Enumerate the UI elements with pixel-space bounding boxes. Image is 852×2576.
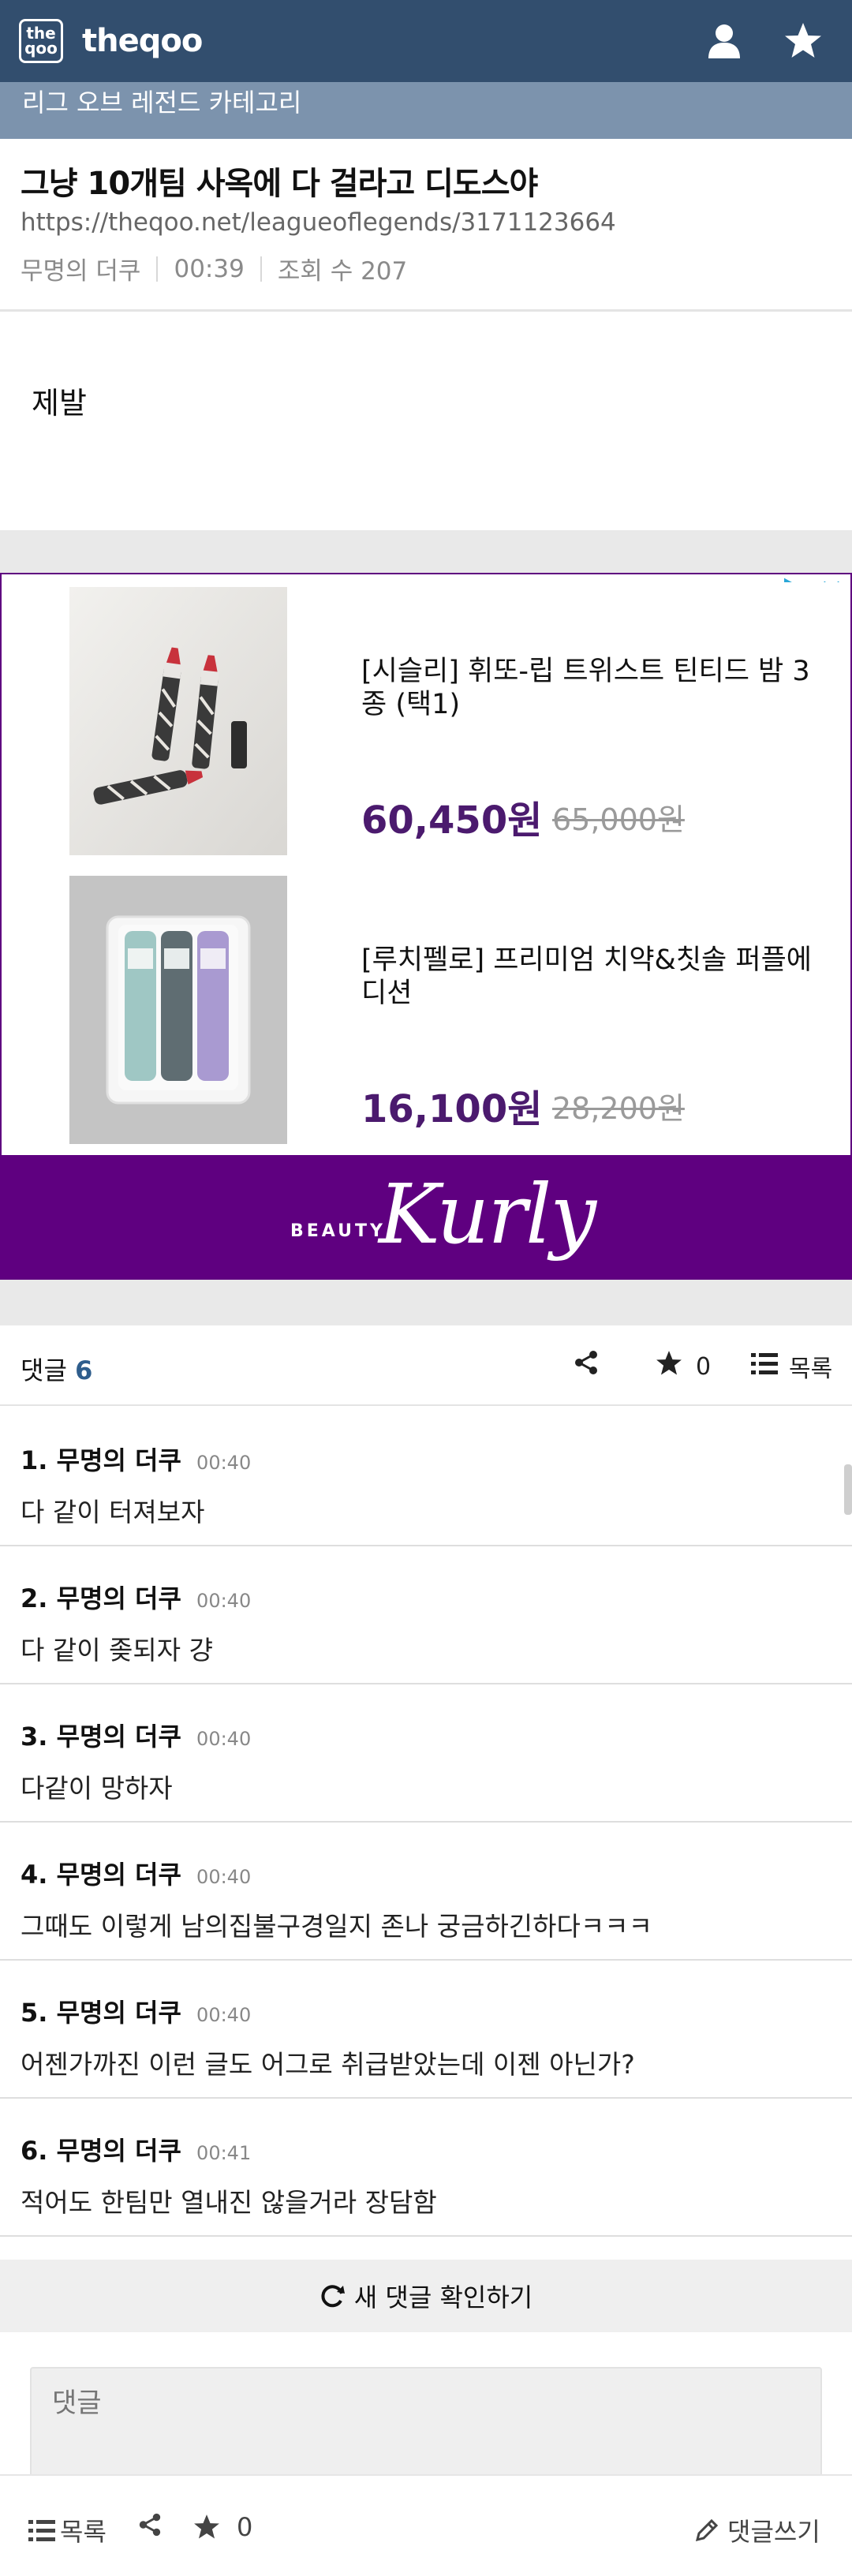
star-button[interactable]: 0 — [655, 1349, 711, 1384]
comment-time: 00:40 — [196, 1590, 252, 1612]
logo-text-bottom: qoo — [24, 39, 58, 58]
theqoo-logo[interactable]: the qoo — [19, 19, 63, 63]
comment-author: 무명의 더쿠 — [56, 1860, 181, 1890]
share-button[interactable] — [573, 1349, 600, 1382]
meta-separator — [156, 256, 159, 282]
top-navigation-bar: the qoo theqoo — [0, 0, 852, 82]
lip-balm-product-image[interactable] — [69, 587, 287, 855]
comment-number: 4. — [21, 1860, 48, 1890]
star-icon — [192, 2513, 221, 2541]
comment-text: 어젠가까진 이런 글도 어그로 취급받았는데 이젠 아닌가? — [21, 2049, 635, 2080]
comment-time: 00:41 — [196, 2142, 252, 2164]
refresh-icon — [320, 2283, 346, 2309]
scrollbar-thumb[interactable] — [844, 1464, 852, 1515]
comment-header: 4. 무명의 더쿠 00:40 — [21, 1855, 251, 1891]
comment-author: 무명의 더쿠 — [56, 2136, 181, 2166]
comment-text: 다 같이 좆되자 걍 — [21, 1635, 213, 1666]
comment-author: 무명의 더쿠 — [56, 1722, 181, 1752]
bottom-star-button[interactable]: 0 — [192, 2512, 252, 2542]
comment-header: 3. 무명의 더쿠 00:40 — [21, 1717, 251, 1753]
comment-text: 적어도 한팀만 열내진 않을거라 장담함 — [21, 2187, 437, 2218]
category-bar[interactable]: 리그 오브 레전드 카테고리 — [0, 82, 852, 139]
comment-number: 5. — [21, 1998, 48, 2028]
new-comment-check-button[interactable]: 새 댓글 확인하기 — [0, 2260, 852, 2332]
comment-author: 무명의 더쿠 — [56, 1445, 181, 1475]
comment-header: 6. 무명의 더쿠 00:41 — [21, 2131, 251, 2167]
write-comment-label: 댓글쓰기 — [727, 2517, 820, 2547]
divider — [0, 1404, 852, 1406]
toothpaste-product-image[interactable] — [69, 876, 287, 1144]
banner-small-text: BEAUTY — [290, 1221, 386, 1241]
comment-item[interactable]: 2. 무명의 더쿠 00:40 다 같이 좆되자 걍 — [0, 1547, 852, 1684]
ad-product-1[interactable]: [시슬리] 휘또-립 트위스트 틴티드 밤 3종 (택1) 60,450원 65… — [9, 582, 846, 860]
share-icon — [137, 2512, 163, 2537]
section-spacer — [0, 1280, 852, 1325]
post-author: 무명의 더쿠 — [21, 257, 141, 286]
comments-label: 댓글 — [21, 1355, 67, 1385]
ad-product-price: 16,100원 — [361, 1087, 543, 1131]
bottom-share-button[interactable] — [137, 2512, 163, 2537]
new-comment-check-label: 새 댓글 확인하기 — [353, 2283, 533, 2312]
comment-header: 1. 무명의 더쿠 00:40 — [21, 1441, 251, 1477]
ad-original-price: 28,200원 — [552, 1091, 685, 1126]
comment-text: 다 같이 터져보자 — [21, 1497, 205, 1527]
list-button[interactable]: 목록 — [751, 1349, 832, 1384]
comment-number: 1. — [21, 1445, 48, 1475]
comment-author: 무명의 더쿠 — [56, 1583, 181, 1613]
bottom-list-button[interactable]: 목록 — [28, 2512, 106, 2548]
meta-separator — [260, 256, 262, 282]
comment-input[interactable] — [30, 2367, 822, 2485]
write-comment-button[interactable]: 댓글쓰기 — [694, 2512, 820, 2548]
comment-time: 00:40 — [196, 1452, 252, 1474]
ad-product-price: 60,450원 — [361, 798, 543, 843]
pencil-icon — [694, 2518, 719, 2543]
ad-original-price: 65,000원 — [552, 802, 685, 837]
post-title: 그냥 10개팀 사옥에 다 걸라고 디도스야 — [21, 166, 538, 202]
comment-time: 00:40 — [196, 2004, 252, 2026]
post-body: 제발 — [32, 386, 87, 421]
bottom-star-count: 0 — [237, 2512, 253, 2542]
comments-count: 6 — [75, 1355, 93, 1385]
ad-product-name[interactable]: [루치펠로] 프리미엄 치약&칫솔 퍼플에디션 — [361, 944, 835, 1010]
comment-item[interactable]: 4. 무명의 더쿠 00:40 그때도 이렇게 남의집불구경일지 존나 궁금하긴… — [0, 1823, 852, 1961]
post-views: 조회 수 207 — [277, 257, 408, 286]
comment-time: 00:40 — [196, 1866, 252, 1888]
list-icon — [28, 2518, 55, 2542]
post-meta: 무명의 더쿠 00:39 조회 수 207 — [21, 251, 407, 286]
comment-item[interactable]: 5. 무명의 더쿠 00:40 어젠가까진 이런 글도 어그로 취급받았는데 이… — [0, 1961, 852, 2099]
list-label: 목록 — [789, 1355, 833, 1383]
post-url[interactable]: https://theqoo.net/leagueoflegends/31711… — [21, 208, 616, 237]
post-time: 00:39 — [174, 254, 245, 283]
comments-toolbar: 댓글 6 0 목록 — [0, 1325, 852, 1404]
ad-product-name[interactable]: [시슬리] 휘또-립 트위스트 틴티드 밤 3종 (택1) — [361, 655, 835, 721]
kurly-logo: Kurly — [379, 1166, 596, 1262]
comment-number: 6. — [21, 2136, 48, 2166]
bottom-action-bar: 목록 0 댓글쓰기 — [0, 2474, 852, 2576]
advertisement[interactable]: [시슬리] 휘또-립 트위스트 틴티드 밤 3종 (택1) 60,450원 65… — [0, 573, 852, 1280]
comments-count-label: 댓글 6 — [21, 1351, 92, 1387]
comment-author: 무명의 더쿠 — [56, 1998, 181, 2028]
comment-number: 3. — [21, 1722, 48, 1752]
comment-time: 00:40 — [196, 1728, 252, 1750]
star-icon[interactable] — [783, 21, 824, 62]
star-icon — [655, 1349, 683, 1384]
bottom-list-label: 목록 — [60, 2517, 106, 2547]
comment-header: 2. 무명의 더쿠 00:40 — [21, 1579, 251, 1615]
section-spacer — [0, 530, 852, 573]
comment-number: 2. — [21, 1583, 48, 1613]
comment-item[interactable]: 1. 무명의 더쿠 00:40 다 같이 터져보자 — [0, 1409, 852, 1546]
brand-name[interactable]: theqoo — [82, 19, 203, 63]
user-icon[interactable] — [704, 21, 745, 62]
divider — [0, 309, 852, 312]
comment-text: 다같이 망하자 — [21, 1773, 173, 1804]
star-count: 0 — [696, 1352, 712, 1381]
list-icon — [751, 1352, 778, 1381]
share-icon — [573, 1349, 600, 1382]
comment-header: 5. 무명의 더쿠 00:40 — [21, 1993, 251, 2029]
kurly-banner[interactable]: BEAUTY Kurly — [2, 1155, 850, 1278]
comment-item[interactable]: 6. 무명의 더쿠 00:41 적어도 한팀만 열내진 않을거라 장담함 — [0, 2099, 852, 2237]
ad-product-2[interactable]: [루치펠로] 프리미엄 치약&칫솔 퍼플에디션 16,100원 28,200원 — [9, 871, 846, 1149]
comment-item[interactable]: 3. 무명의 더쿠 00:40 다같이 망하자 — [0, 1685, 852, 1823]
comment-text: 그때도 이렇게 남의집불구경일지 존나 궁금하긴하다ㅋㅋㅋ — [21, 1911, 652, 1942]
